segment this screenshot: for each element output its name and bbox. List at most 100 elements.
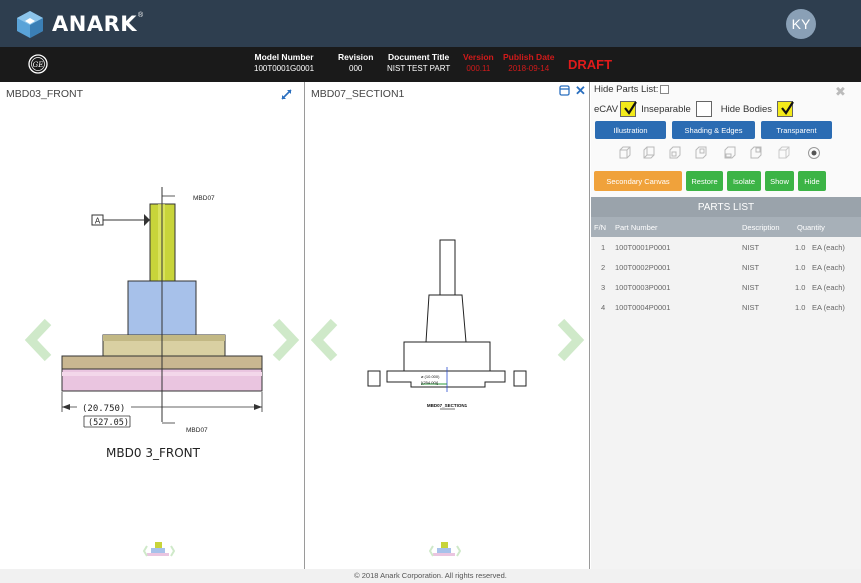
- show-button[interactable]: Show: [765, 171, 794, 191]
- control-panel: ✖ Hide Parts List: eCAV Inseparable Hide…: [591, 82, 861, 569]
- parts-row[interactable]: 1 100T0001P0001 NIST 1.0 EA (each): [591, 237, 861, 257]
- next-section-arrow-icon[interactable]: [555, 318, 585, 362]
- dim-metric: (527.05): [88, 418, 129, 428]
- row-unit: EA (each): [812, 303, 845, 312]
- section-dim-1: ø (10.000): [421, 374, 440, 379]
- document-title-label: Document Title: [388, 52, 450, 62]
- checkmark-icon: [781, 101, 794, 115]
- ecav-label: eCAV: [594, 103, 619, 115]
- inseparable-checkbox[interactable]: [695, 101, 712, 117]
- hide-parts-label: Hide Parts List:: [594, 84, 659, 95]
- svg-text:GE: GE: [33, 61, 44, 69]
- row-desc: NIST: [742, 283, 760, 292]
- publish-date-value: 2018-09-14: [508, 64, 550, 73]
- display-options-row: eCAV Inseparable Hide Bodies: [594, 101, 798, 117]
- col-quantity: Quantity: [797, 223, 825, 232]
- next-view-arrow-icon[interactable]: [270, 318, 300, 362]
- secondary-canvas-button[interactable]: Secondary Canvas: [594, 171, 682, 191]
- datum-a-label: A: [95, 217, 101, 226]
- section-dim-2: [(254.00)]: [421, 380, 438, 385]
- parts-row[interactable]: 2 100T0002P0001 NIST 1.0 EA (each): [591, 257, 861, 277]
- row-fn: 4: [601, 303, 606, 312]
- view-back-icon[interactable]: [642, 146, 656, 160]
- row-part: 100T0001P0001: [615, 243, 671, 252]
- row-desc: NIST: [742, 263, 760, 272]
- footer: © 2018 Anark Corporation. All rights res…: [0, 569, 861, 583]
- ref-top-label: MBD07: [193, 195, 215, 202]
- row-fn: 1: [601, 243, 606, 252]
- document-title-value: NIST TEST PART: [387, 64, 451, 73]
- brand: ANARK ®: [14, 9, 143, 39]
- hide-bodies-label: Hide Bodies: [720, 103, 773, 115]
- revision: Revision 000: [338, 52, 373, 74]
- model-number-label: Model Number: [254, 52, 314, 62]
- section-caption: MBD07_SECTION1: [427, 403, 468, 408]
- hide-parts-row: Hide Parts List:: [594, 84, 670, 95]
- section-view-pane[interactable]: MBD07_SECTION1 ✕ ø (10.000) [(254.00)] M…: [305, 82, 590, 569]
- row-fn: 3: [601, 283, 606, 292]
- dim-value: (20.750): [82, 404, 125, 414]
- version-value: 000.11: [466, 64, 491, 73]
- version: Version 000.11: [463, 52, 494, 74]
- row-qty: 1.0: [795, 263, 806, 272]
- ref-bottom-label: MBD07: [186, 427, 208, 434]
- hide-parts-checkbox[interactable]: [660, 85, 670, 94]
- row-qty: 1.0: [795, 243, 806, 252]
- publish-date-label: Publish Date: [503, 52, 555, 62]
- section-view-drawing[interactable]: ø (10.000) [(254.00)] MBD07_SECTION1: [305, 82, 590, 569]
- panel-close-icon[interactable]: ✖: [835, 84, 846, 100]
- row-unit: EA (each): [812, 283, 845, 292]
- restore-button[interactable]: Restore: [686, 171, 723, 191]
- parts-list-title: PARTS LIST: [591, 197, 861, 217]
- publish-date: Publish Date 2018-09-14: [503, 52, 554, 74]
- section-thumbnail-icon[interactable]: [429, 540, 461, 562]
- brand-trademark: ®: [138, 12, 144, 19]
- row-unit: EA (each): [812, 263, 845, 272]
- col-part-number: Part Number: [615, 223, 658, 232]
- transparent-button[interactable]: Transparent: [761, 121, 832, 139]
- parts-row[interactable]: 3 100T0003P0001 NIST 1.0 EA (each): [591, 277, 861, 297]
- shading-edges-button[interactable]: Shading & Edges: [672, 121, 755, 139]
- view-thumbnail-icon[interactable]: [143, 540, 175, 562]
- view-bottom-icon[interactable]: [749, 146, 763, 160]
- document-info-bar: GE Model Number 100T0001G0001 Revision 0…: [0, 47, 861, 82]
- row-unit: EA (each): [812, 243, 845, 252]
- row-fn: 2: [601, 263, 606, 272]
- revision-label: Revision: [338, 52, 374, 62]
- view-iso-icon[interactable]: [777, 146, 791, 160]
- row-qty: 1.0: [795, 283, 806, 292]
- prev-view-arrow-icon[interactable]: [24, 318, 54, 362]
- user-avatar[interactable]: KY: [786, 9, 816, 39]
- parts-list-header: F/N Part Number Description Quantity: [591, 217, 861, 237]
- document-title: Document Title NIST TEST PART: [387, 52, 450, 74]
- view-default-icon[interactable]: [807, 146, 821, 160]
- left-view-pane[interactable]: MBD03_FRONT A MBD07 MBD07 (20.750) (527.…: [0, 82, 305, 569]
- top-bar: ANARK ® KY: [0, 0, 861, 47]
- view-left-icon[interactable]: [668, 146, 682, 160]
- row-part: 100T0003P0001: [615, 283, 671, 292]
- row-desc: NIST: [742, 243, 760, 252]
- row-part: 100T0004P0001: [615, 303, 671, 312]
- parts-list-body: 1 100T0001P0001 NIST 1.0 EA (each) 2 100…: [591, 237, 861, 569]
- parts-row[interactable]: 4 100T0004P0001 NIST 1.0 EA (each): [591, 297, 861, 317]
- model-number-value: 100T0001G0001: [254, 64, 315, 73]
- checkmark-icon: [624, 101, 638, 115]
- col-description: Description: [742, 223, 780, 232]
- prev-section-arrow-icon[interactable]: [310, 318, 340, 362]
- hide-bodies-checkbox[interactable]: [777, 101, 794, 117]
- inseparable-label: Inseparable: [641, 103, 691, 115]
- col-fn: F/N: [594, 223, 607, 232]
- view-front-icon[interactable]: [618, 146, 632, 160]
- left-view-caption: MBD0 3_FRONT: [106, 446, 201, 460]
- hide-button[interactable]: Hide: [798, 171, 826, 191]
- brand-name: ANARK: [52, 12, 138, 36]
- isolate-button[interactable]: Isolate: [727, 171, 761, 191]
- view-top-icon[interactable]: [723, 146, 737, 160]
- anark-logo-icon: [17, 11, 43, 38]
- ge-logo-icon: GE: [28, 54, 48, 74]
- row-part: 100T0002P0001: [615, 263, 671, 272]
- illustration-button[interactable]: Illustration: [595, 121, 666, 139]
- copyright-text: © 2018 Anark Corporation. All rights res…: [354, 571, 507, 580]
- ecav-checkbox[interactable]: [620, 101, 638, 117]
- view-right-icon[interactable]: [694, 146, 708, 160]
